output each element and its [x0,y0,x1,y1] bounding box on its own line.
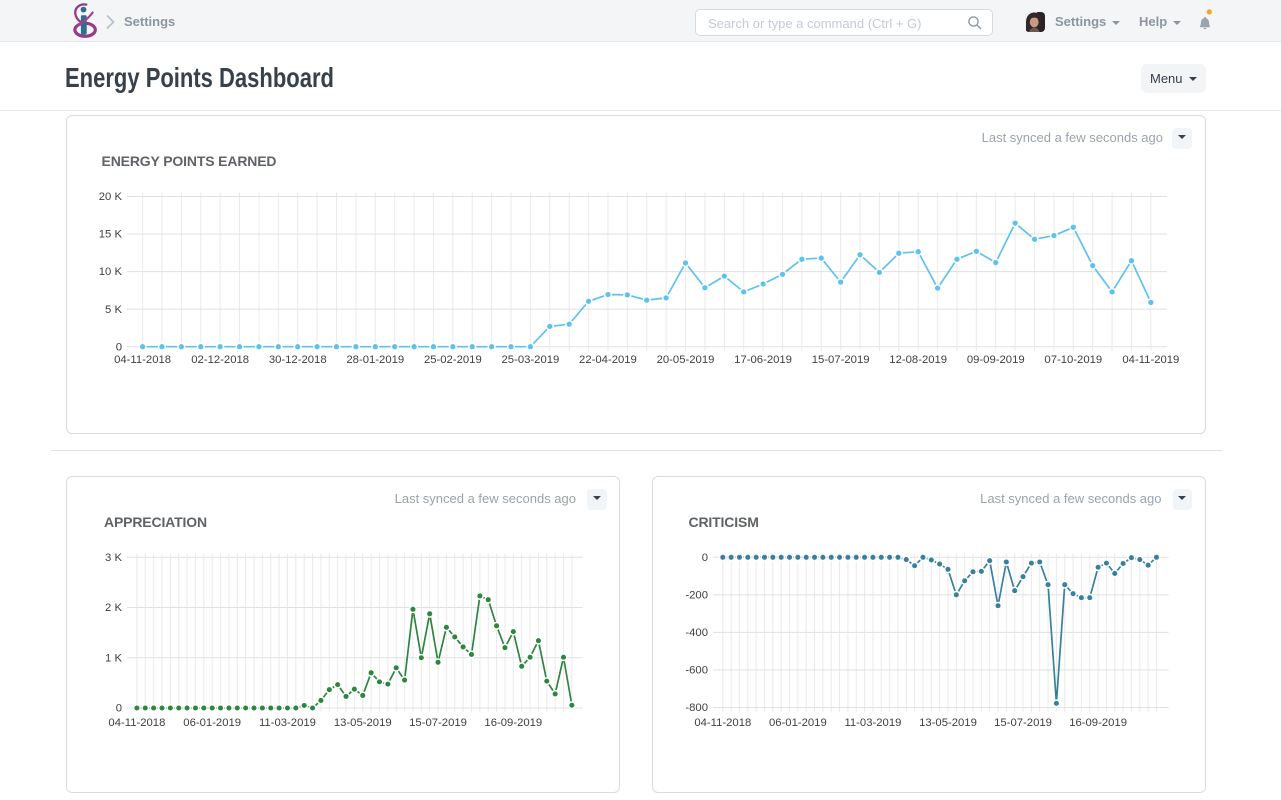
svg-text:13-05-2019: 13-05-2019 [919,717,977,729]
svg-text:30-12-2018: 30-12-2018 [269,354,327,366]
svg-text:22-04-2019: 22-04-2019 [579,354,637,366]
svg-text:11-03-2019: 11-03-2019 [844,717,901,729]
svg-text:15-07-2019: 15-07-2019 [409,717,467,729]
svg-text:04-11-2018: 04-11-2018 [114,354,171,366]
svg-text:16-09-2019: 16-09-2019 [484,717,542,729]
svg-text:13-05-2019: 13-05-2019 [334,717,392,729]
svg-text:-800: -800 [685,702,708,714]
svg-text:15-07-2019: 15-07-2019 [994,717,1052,729]
svg-text:20-05-2019: 20-05-2019 [657,354,715,366]
svg-text:0: 0 [116,341,122,353]
svg-text:10 K: 10 K [99,266,123,278]
svg-text:09-09-2019: 09-09-2019 [967,354,1025,366]
svg-text:04-11-2018: 04-11-2018 [108,717,165,729]
svg-text:0: 0 [701,552,707,564]
svg-text:2 K: 2 K [105,602,122,614]
svg-text:1 K: 1 K [105,652,122,664]
svg-text:16-09-2019: 16-09-2019 [1069,717,1127,729]
svg-text:06-01-2019: 06-01-2019 [768,717,826,729]
svg-text:25-03-2019: 25-03-2019 [502,354,560,366]
svg-text:17-06-2019: 17-06-2019 [734,354,792,366]
svg-text:12-08-2019: 12-08-2019 [889,354,947,366]
svg-text:3 K: 3 K [105,552,122,564]
svg-text:07-10-2019: 07-10-2019 [1044,354,1102,366]
svg-text:15 K: 15 K [99,229,123,241]
svg-text:15-07-2019: 15-07-2019 [812,354,870,366]
svg-text:06-01-2019: 06-01-2019 [183,717,241,729]
svg-text:-200: -200 [685,589,708,601]
svg-text:-600: -600 [685,665,708,677]
svg-text:20 K: 20 K [99,191,123,203]
svg-text:04-11-2018: 04-11-2018 [694,717,751,729]
svg-text:-400: -400 [685,627,708,639]
svg-text:25-02-2019: 25-02-2019 [424,354,482,366]
svg-text:04-11-2019: 04-11-2019 [1122,354,1179,366]
svg-text:02-12-2018: 02-12-2018 [191,354,249,366]
svg-text:28-01-2019: 28-01-2019 [346,354,404,366]
svg-text:11-03-2019: 11-03-2019 [259,717,316,729]
svg-text:5 K: 5 K [105,304,122,316]
svg-text:0: 0 [116,703,122,715]
